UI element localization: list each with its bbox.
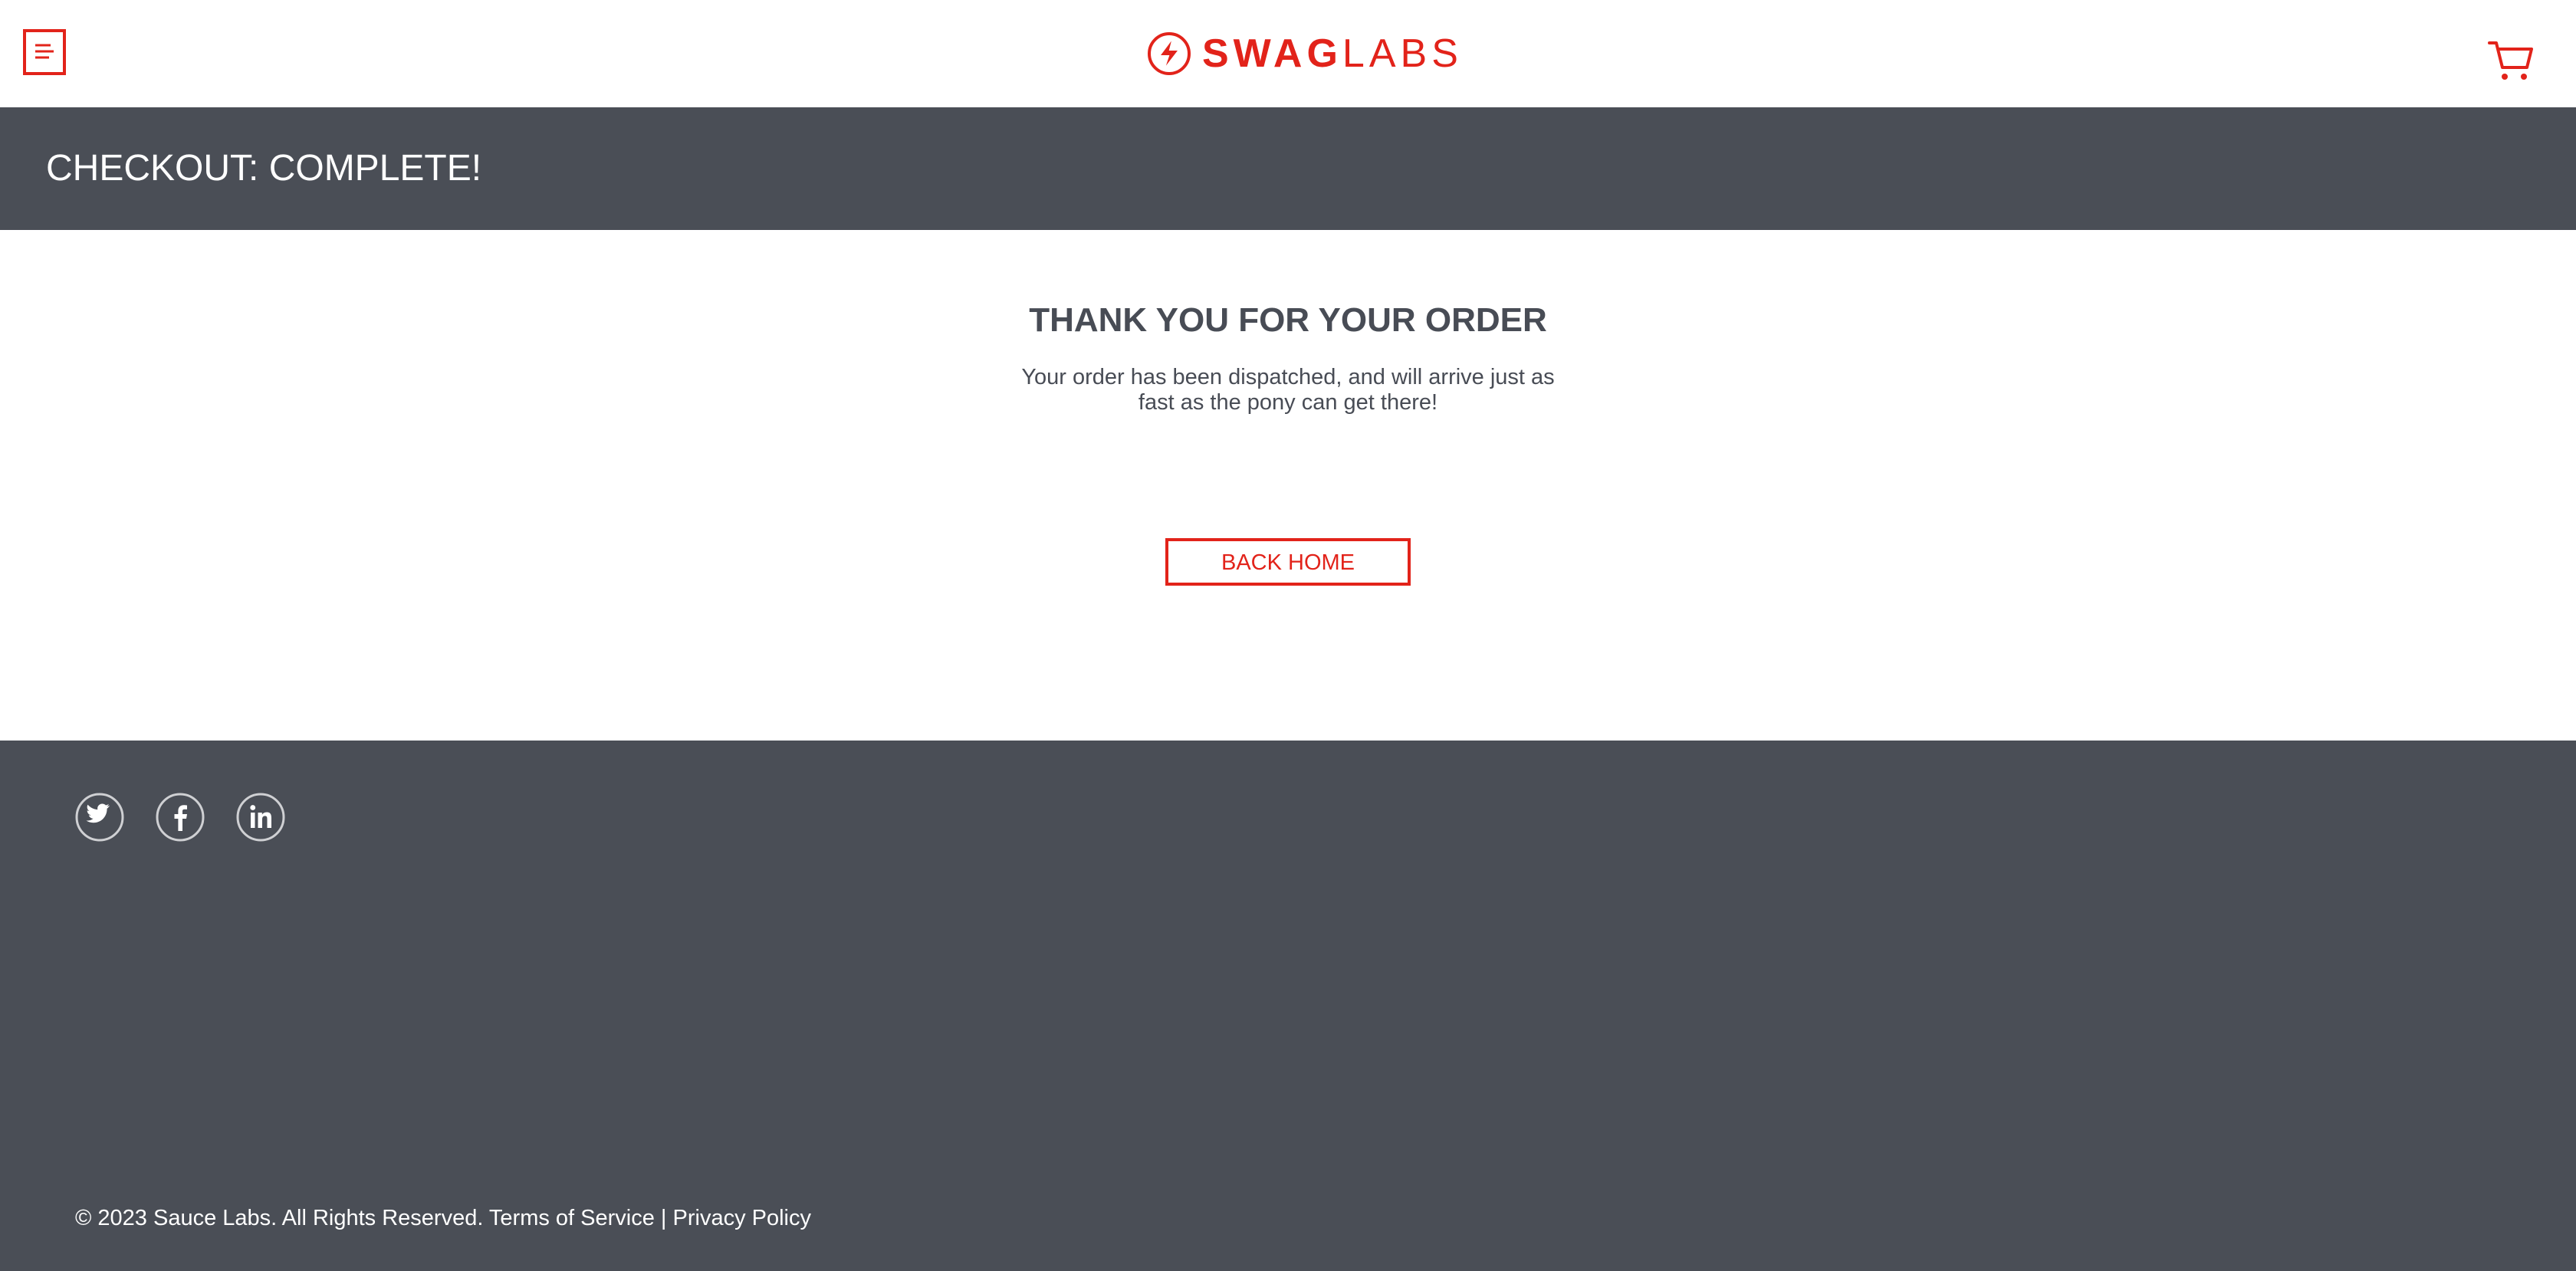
complete-text: Your order has been dispatched, and will… — [1021, 365, 1555, 415]
page-title: CHECKOUT: COMPLETE! — [46, 148, 482, 189]
facebook-icon — [156, 793, 205, 842]
shopping-cart-link[interactable] — [2487, 37, 2536, 83]
twitter-icon — [75, 793, 124, 842]
social-facebook-link[interactable] — [156, 793, 205, 842]
footer: © 2023 Sauce Labs. All Rights Reserved. … — [0, 741, 2576, 1271]
back-home-button[interactable]: BACK HOME — [1165, 538, 1411, 586]
logo-text: SWAGLABS — [1202, 28, 1463, 80]
social-linkedin-link[interactable] — [236, 793, 285, 842]
footer-copyright: © 2023 Sauce Labs. All Rights Reserved. … — [75, 1206, 812, 1230]
complete-header: THANK YOU FOR YOUR ORDER — [1029, 301, 1547, 339]
top-header: SWAGLABS — [0, 0, 2576, 107]
secondary-header: CHECKOUT: COMPLETE! — [0, 107, 2576, 230]
swag-labs-logo: SWAGLABS — [1147, 28, 1463, 80]
logo-text-light: LABS — [1342, 31, 1463, 76]
menu-button[interactable] — [23, 29, 66, 75]
shopping-cart-icon — [2488, 41, 2533, 80]
checkout-complete-container: THANK YOU FOR YOUR ORDER Your order has … — [0, 230, 2576, 741]
hamburger-menu-icon — [35, 44, 54, 59]
linkedin-icon — [236, 793, 285, 842]
logo-text-bold: SWAG — [1202, 31, 1342, 76]
social-twitter-link[interactable] — [75, 793, 124, 842]
lightning-bolt-logo-icon — [1148, 32, 1191, 75]
